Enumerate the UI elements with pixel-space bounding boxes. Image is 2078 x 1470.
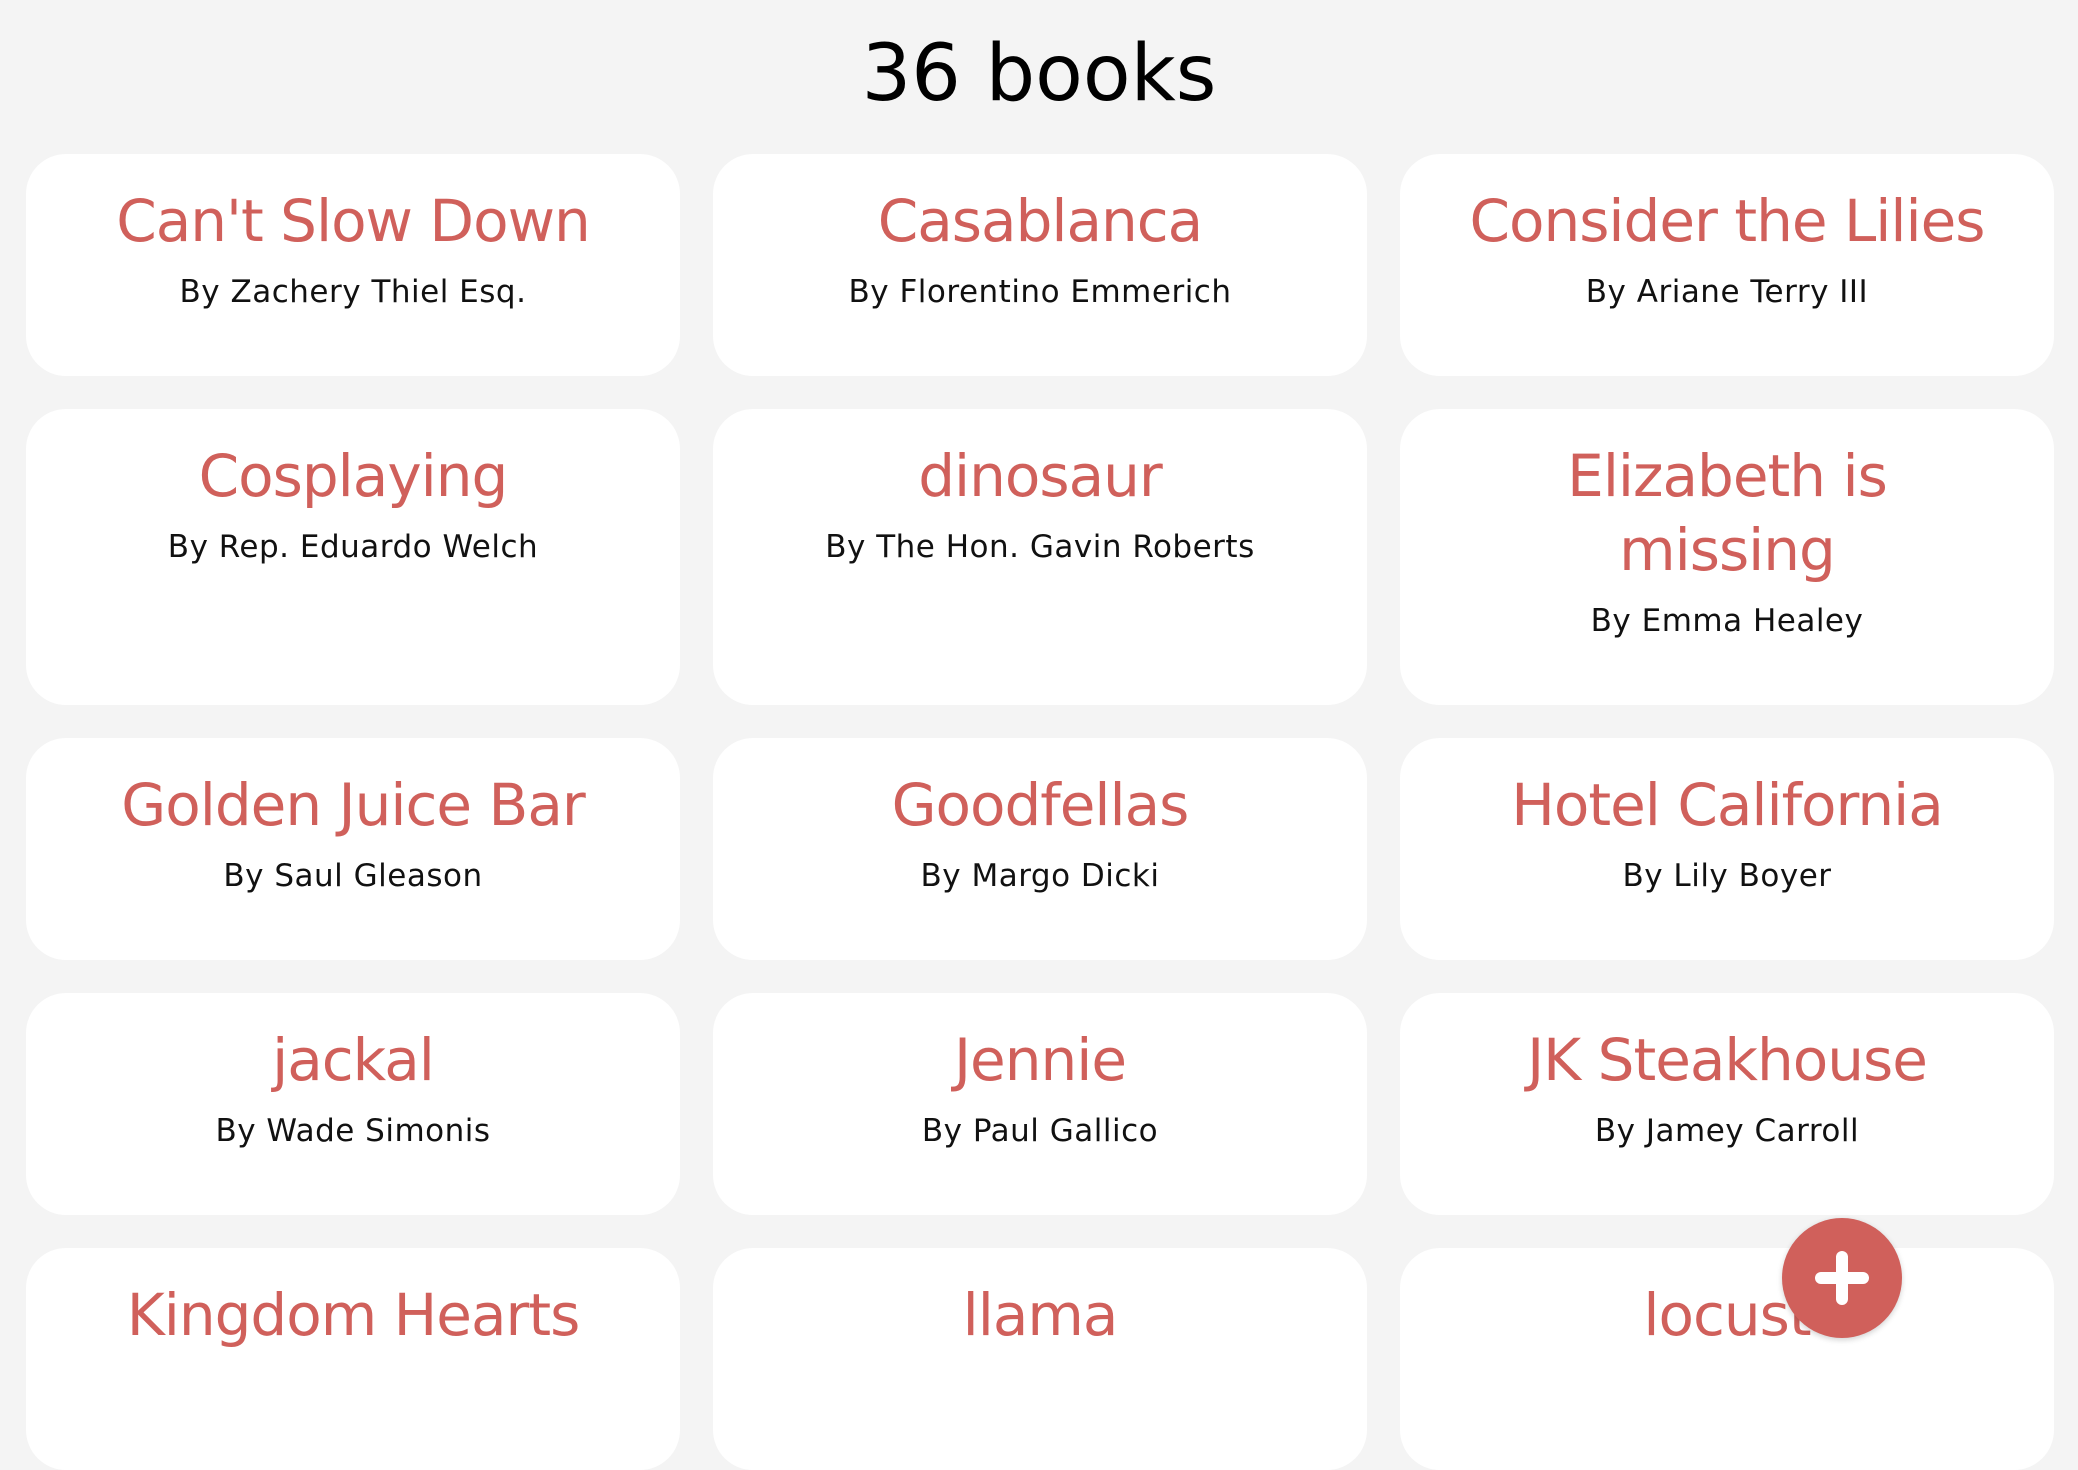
book-author: By Lily Boyer <box>1622 858 1832 894</box>
book-author: By Rep. Eduardo Welch <box>167 529 539 565</box>
book-card[interactable]: locust <box>1400 1248 2054 1470</box>
book-author: By Jamey Carroll <box>1594 1113 1860 1149</box>
book-title: Consider the Lilies <box>1469 187 1985 255</box>
book-title: Golden Juice Bar <box>121 771 585 839</box>
book-grid: Can't Slow Down By Zachery Thiel Esq. Ca… <box>26 154 2054 1470</box>
book-card[interactable]: dinosaur By The Hon. Gavin Roberts <box>713 409 1367 705</box>
book-card[interactable]: Can't Slow Down By Zachery Thiel Esq. <box>26 154 680 376</box>
book-author: By Ariane Terry III <box>1585 274 1869 310</box>
book-title: Goodfellas <box>891 771 1190 839</box>
book-author: By Margo Dicki <box>920 858 1160 894</box>
book-card[interactable]: llama <box>713 1248 1367 1470</box>
book-title: dinosaur <box>918 442 1163 510</box>
book-card[interactable]: Hotel California By Lily Boyer <box>1400 738 2054 960</box>
book-title: Elizabeth is missing <box>1567 442 1888 584</box>
book-title: Casablanca <box>877 187 1203 255</box>
book-author: By Wade Simonis <box>215 1113 491 1149</box>
book-title: JK Steakhouse <box>1527 1026 1928 1094</box>
book-author: By Emma Healey <box>1590 603 1864 639</box>
book-author: By Saul Gleason <box>223 858 483 894</box>
book-author: By The Hon. Gavin Roberts <box>825 529 1255 565</box>
page-title: 36 books <box>861 29 1217 119</box>
book-card[interactable]: Kingdom Hearts <box>26 1248 680 1470</box>
book-title: Cosplaying <box>198 442 509 510</box>
book-title: Kingdom Hearts <box>126 1281 581 1349</box>
book-card[interactable]: Elizabeth is missing By Emma Healey <box>1400 409 2054 705</box>
book-title: Can't Slow Down <box>116 187 591 255</box>
book-title: Jennie <box>953 1026 1127 1094</box>
book-card[interactable]: JK Steakhouse By Jamey Carroll <box>1400 993 2054 1215</box>
book-title: Hotel California <box>1511 771 1944 839</box>
book-card[interactable]: Goodfellas By Margo Dicki <box>713 738 1367 960</box>
book-card[interactable]: Consider the Lilies By Ariane Terry III <box>1400 154 2054 376</box>
book-title: jackal <box>272 1026 435 1094</box>
book-card[interactable]: jackal By Wade Simonis <box>26 993 680 1215</box>
book-card[interactable]: Jennie By Paul Gallico <box>713 993 1367 1215</box>
book-title: locust <box>1643 1281 1811 1349</box>
book-author: By Paul Gallico <box>921 1113 1159 1149</box>
book-card[interactable]: Casablanca By Florentino Emmerich <box>713 154 1367 376</box>
book-title: llama <box>962 1281 1119 1349</box>
book-author: By Zachery Thiel Esq. <box>179 274 527 310</box>
add-book-button[interactable] <box>1782 1218 1902 1338</box>
book-card[interactable]: Golden Juice Bar By Saul Gleason <box>26 738 680 960</box>
book-author: By Florentino Emmerich <box>848 274 1232 310</box>
book-card[interactable]: Cosplaying By Rep. Eduardo Welch <box>26 409 680 705</box>
